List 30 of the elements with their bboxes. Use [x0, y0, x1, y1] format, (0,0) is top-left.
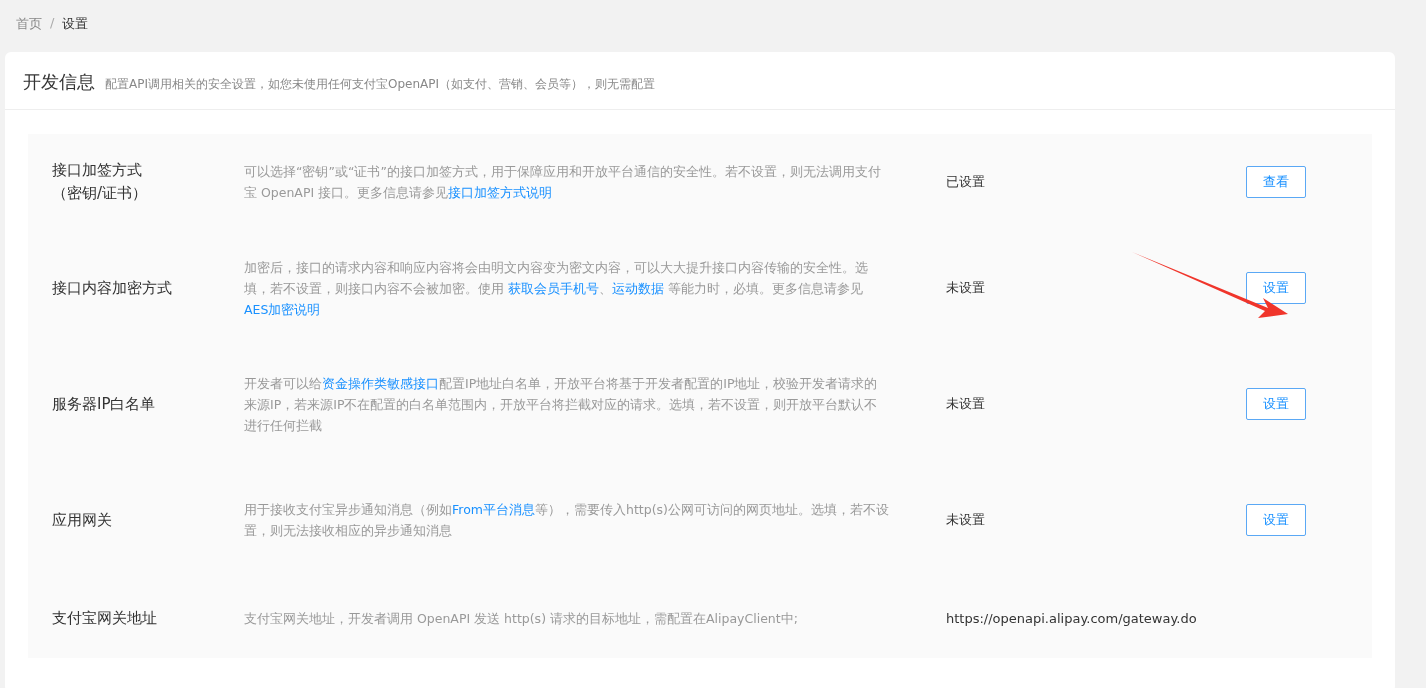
doc-link[interactable]: 运动数据: [612, 280, 664, 296]
doc-link[interactable]: 获取会员手机号: [508, 280, 599, 296]
breadcrumb-item: 设置: [62, 15, 89, 33]
card-subtitle: 配置API调用相关的安全设置，如您未使用任何支付宝OpenAPI（如支付、营销、会员等），则无需配置: [105, 76, 656, 93]
setting-button[interactable]: 设置: [1246, 388, 1306, 420]
setting-description: 用于接收支付宝异步通知消息（例如From平台消息等），需要传入http(s)公网可访问的网页地址。选填，若不设置，则无法接收相应的异步通知消息: [244, 501, 889, 540]
setting-description: 可以选择“密钥”或“证书”的接口加签方式，用于保障应用和开放平台通信的安全性。若不设置，则无法调用支付宝 OpenAPI 接口。更多信息请参见接口加签方式说明: [244, 163, 882, 202]
setting-label: 接口加签方式 （密钥/证书）: [51, 160, 149, 204]
setting-description: 支付宝网关地址，开发者调用 OpenAPI 发送 http(s) 请求的目标地址，需配置在AlipayClient中;: [244, 609, 799, 628]
setting-button[interactable]: 设置: [1246, 272, 1306, 304]
setting-status: 未设置: [946, 395, 986, 413]
doc-link[interactable]: 接口加签方式说明: [448, 185, 553, 200]
breadcrumb-item[interactable]: 首页: [16, 15, 42, 52]
setting-status: 未设置: [946, 279, 986, 297]
setting-status: https://openapi.alipay.com/gateway.do: [946, 610, 1198, 626]
setting-label: 服务器IP白名单: [51, 393, 157, 415]
setting-button[interactable]: 设置: [1246, 504, 1306, 536]
doc-link[interactable]: AES加密说明: [244, 301, 321, 317]
setting-status: 已设置: [946, 173, 986, 191]
setting-description: 开发者可以给资金操作类敏感接口配置IP地址白名单，开放平台将基于开发者配置的IP地址，校验开发者请求的来源IP，若来源IP不在配置的白名单范围内，开放平台将拦截对应的请求。选填，若不设置，则开放平台默认不进行任何拦截: [244, 374, 879, 435]
breadcrumb-separator: /: [50, 15, 55, 32]
setting-label: 接口内容加密方式: [51, 277, 173, 299]
setting-description: 加密后，接口的请求内容和响应内容将会由明文内容变为密文内容，可以大大提升接口内容传输的安全性。选填，若不设置，则接口内容不会被加密。使用 获取会员手机号、运动数据 等能力时，必填。更多信息请参见 AES加密说明: [244, 258, 869, 319]
setting-label: 支付宝网关地址: [51, 607, 158, 629]
setting-label: 应用网关: [51, 509, 113, 531]
doc-link[interactable]: From平台消息: [452, 502, 535, 517]
setting-status: 未设置: [946, 511, 986, 529]
card-title: 开发信息: [23, 70, 95, 94]
doc-link[interactable]: 资金操作类敏感接口: [322, 375, 439, 391]
setting-button[interactable]: 查看: [1246, 166, 1306, 198]
